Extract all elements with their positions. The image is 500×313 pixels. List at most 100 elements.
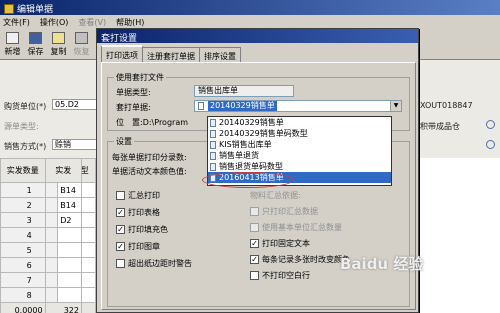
checkbox-label: 打印填充色 — [128, 225, 168, 234]
dropdown-option[interactable]: KIS销售出库单 — [208, 139, 391, 150]
template-select[interactable]: 20140329销售单 ▼ — [194, 100, 402, 112]
right-label: 积带成品仓 — [420, 122, 460, 131]
checkbox-box[interactable]: ✓ — [250, 239, 259, 248]
checkbox[interactable]: ✓ 打印固定文本 — [250, 238, 310, 249]
checkbox-box[interactable]: ✓ — [116, 225, 125, 234]
dropdown-option-label: 销售退货单码数型 — [219, 162, 283, 171]
window-title: 编辑单据 — [17, 5, 54, 15]
table-row[interactable] — [0, 287, 83, 303]
checkbox-label: 打印图章 — [128, 242, 160, 251]
bill-type-label: 单据类型: — [116, 88, 151, 97]
table-row[interactable] — [0, 242, 83, 258]
checkbox-box[interactable]: ✓ — [250, 255, 259, 264]
dropdown-option[interactable]: 20140329销售单 — [208, 117, 391, 128]
checkbox: 物料汇总依据: — [250, 190, 301, 201]
total-value: 0.0000 — [0, 302, 46, 313]
position-label: 位 置:D:\Program — [116, 118, 189, 127]
source-type-label: 源单类型: — [4, 122, 39, 131]
window-title-bar: 编辑单据 — [0, 0, 500, 15]
dropdown-option-label: KIS销售出库单 — [219, 140, 272, 149]
tab[interactable]: 注册套打单据 — [142, 47, 200, 62]
checkbox-label: 打印固定文本 — [262, 239, 310, 248]
toolbar-button-label: 保存 — [27, 47, 44, 56]
checkbox[interactable]: ✓ 打印图章 — [116, 241, 160, 252]
checkbox-box[interactable] — [116, 191, 125, 200]
new-doc-icon — [6, 32, 19, 44]
dropdown-option-label: 销售单退货 — [219, 151, 259, 160]
menu-bar: 文件(F) 操作(O) 查看(V) 帮助(H) — [0, 15, 500, 29]
buyer-field[interactable]: 05.D2 — [52, 99, 97, 110]
copies-label: 每张单据打印分录数: — [112, 153, 187, 162]
document-icon — [210, 162, 216, 171]
column-header: 实发数量 — [0, 158, 46, 183]
column-header: 实发 — [44, 158, 83, 183]
dialog-title: 套打设置 — [97, 29, 418, 44]
table-row[interactable] — [0, 197, 83, 213]
toolbar-button-label: 复制 — [50, 47, 67, 56]
copy-icon — [52, 32, 65, 44]
highlight-circle — [202, 172, 294, 188]
checkbox[interactable]: ✓ 每条记录多张时改变颜色 — [250, 254, 350, 265]
watermark: Baidu 经验 — [340, 255, 424, 273]
template-selected-value: 20140329销售单 — [208, 101, 277, 111]
dropdown-option-label: 20140329销售单 — [219, 118, 284, 127]
dropdown-option[interactable]: 销售单退货 — [208, 150, 391, 161]
checkbox[interactable]: 只打印汇总数据 — [250, 206, 318, 217]
checkbox[interactable]: 不打印空白行 — [250, 270, 310, 281]
group-title: 使用套打文件 — [114, 72, 166, 83]
buyer-label: 购货单位(*) — [4, 102, 47, 111]
checkbox-label: 只打印汇总数据 — [262, 207, 318, 216]
dropdown-option[interactable]: 20140329销售单码数型 — [208, 128, 391, 139]
right-code: XOUT018847 — [420, 101, 473, 110]
checkbox-box[interactable] — [250, 207, 259, 216]
app-icon — [4, 3, 14, 14]
restore-icon — [75, 32, 88, 44]
checkbox-box[interactable] — [250, 223, 259, 232]
toolbar-button[interactable]: 恢复 — [71, 32, 92, 57]
checkbox[interactable]: 使用基本单位汇总数量 — [250, 222, 342, 233]
sale-method-field[interactable]: 赊销 — [52, 139, 97, 150]
checkbox[interactable]: ✓ 打印填充色 — [116, 224, 168, 235]
toolbar-button-label: 新增 — [4, 47, 21, 56]
checkbox-box[interactable]: ✓ — [116, 242, 125, 251]
toolbar-button[interactable]: 复制 — [48, 32, 69, 57]
document-icon — [210, 129, 216, 138]
toolbar-button[interactable]: 新增 — [2, 32, 23, 57]
document-icon — [210, 140, 216, 149]
chevron-down-icon[interactable]: ▼ — [390, 101, 401, 111]
checkbox-label: 汇总打印 — [128, 191, 160, 200]
toolbar-button-label: 恢复 — [73, 47, 90, 56]
toolbar-button[interactable]: 保存 — [25, 32, 46, 57]
checkbox-label: 每条记录多张时改变颜色 — [262, 255, 350, 264]
checkbox[interactable]: 超出纸边距时警告 — [116, 258, 192, 269]
template-label: 套打单据: — [116, 103, 151, 112]
checkbox[interactable]: ✓ 打印表格 — [116, 207, 160, 218]
dropdown-option[interactable]: 销售退货单码数型 — [208, 161, 391, 172]
checkbox-label: 不打印空白行 — [262, 271, 310, 280]
save-icon — [29, 32, 42, 44]
table-row[interactable] — [0, 182, 83, 198]
document-icon — [210, 151, 216, 160]
checkbox-label: 打印表格 — [128, 208, 160, 217]
table-row[interactable] — [0, 212, 83, 228]
checkbox[interactable]: 汇总打印 — [116, 190, 160, 201]
checkbox-box[interactable] — [116, 259, 125, 268]
table-row[interactable] — [0, 227, 83, 243]
total-value: 322 — [44, 302, 83, 313]
checkbox-label: 使用基本单位汇总数量 — [262, 223, 342, 232]
tab[interactable]: 打印选项 — [101, 45, 143, 62]
table-row[interactable] — [0, 257, 83, 273]
tab[interactable]: 排序设置 — [199, 47, 241, 62]
checkbox-box[interactable]: ✓ — [116, 208, 125, 217]
group-title: 设置 — [114, 136, 134, 147]
checkbox-label: 物料汇总依据: — [250, 191, 301, 200]
search-icon[interactable] — [486, 140, 495, 149]
menu-item[interactable]: 操作(O) — [40, 17, 69, 29]
document-icon — [210, 118, 216, 127]
color-label: 单据活动文本颜色值: — [112, 167, 187, 176]
table-row[interactable] — [0, 272, 83, 288]
menu-item[interactable]: 文件(F) — [3, 17, 30, 29]
search-icon[interactable] — [486, 120, 495, 129]
checkbox-box[interactable] — [250, 271, 259, 280]
bill-type-field[interactable]: 销售出库单 — [194, 85, 294, 97]
